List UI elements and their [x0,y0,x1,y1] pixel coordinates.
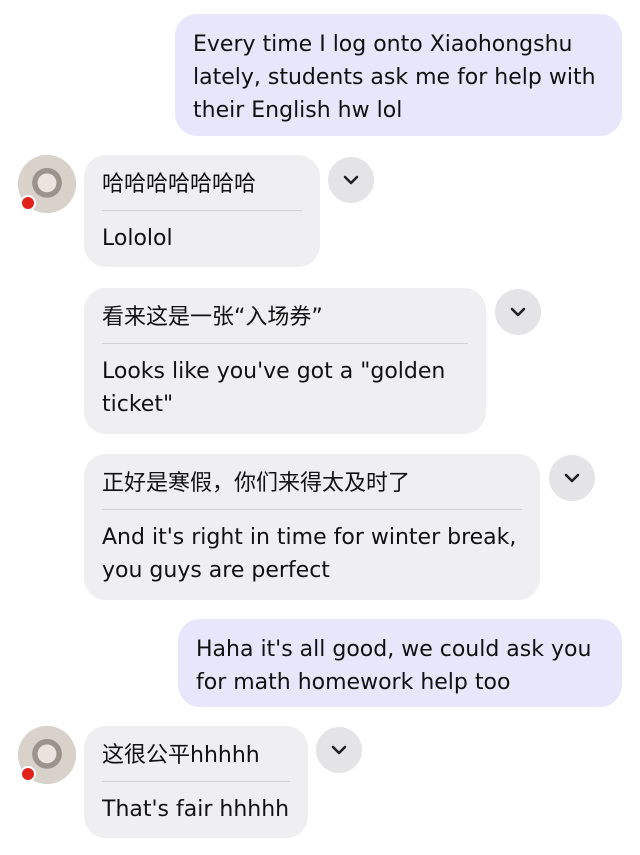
translated-text: Lololol [102,226,173,251]
chevron-down-icon [510,307,526,317]
china-flag-badge [20,195,36,211]
original-text: 哈哈哈哈哈哈哈 [102,172,257,197]
chevron-down-icon [343,175,359,185]
incoming-message-bubble[interactable]: 正好是寒假，你们来得太及时了 And it's right in time fo… [84,454,540,600]
outgoing-message-bubble[interactable]: Every time I log onto Xiaohongshu lately… [175,14,622,136]
original-text: 这很公平hhhhh [102,743,260,768]
chevron-down-icon [331,745,347,755]
message-text: Every time I log onto Xiaohongshu lately… [193,32,596,123]
incoming-message-bubble[interactable]: 这很公平hhhhh That's fair hhhhh [84,726,308,838]
avatar[interactable] [18,155,76,213]
chat-thread: Every time I log onto Xiaohongshu lately… [0,0,640,855]
message-text: Haha it's all good, we could ask you for… [196,637,592,695]
translation-divider [102,781,290,782]
translation-divider [102,509,522,510]
translation-divider [102,343,468,344]
chevron-down-icon [564,473,580,483]
translated-text: And it's right in time for winter break,… [102,525,517,583]
china-flag-badge [20,766,36,782]
original-text: 正好是寒假，你们来得太及时了 [102,471,411,496]
expand-translation-button[interactable] [495,289,541,335]
original-text: 看来这是一张“入场券” [102,305,323,330]
incoming-message-bubble[interactable]: 哈哈哈哈哈哈哈 Lololol [84,155,320,267]
avatar[interactable] [18,726,76,784]
translated-text: That's fair hhhhh [102,797,290,822]
translation-divider [102,210,302,211]
expand-translation-button[interactable] [328,157,374,203]
incoming-message-bubble[interactable]: 看来这是一张“入场券” Looks like you've got a "gol… [84,288,486,434]
expand-translation-button[interactable] [316,727,362,773]
translated-text: Looks like you've got a "golden ticket" [102,359,446,417]
expand-translation-button[interactable] [549,455,595,501]
outgoing-message-bubble[interactable]: Haha it's all good, we could ask you for… [178,619,622,707]
